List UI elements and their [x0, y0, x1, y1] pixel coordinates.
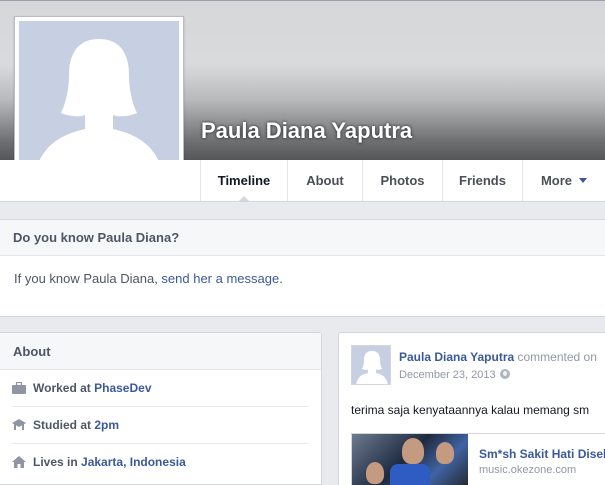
- profile-name[interactable]: Paula Diana Yaputra: [201, 118, 412, 144]
- tab-photos[interactable]: Photos: [362, 160, 442, 201]
- post-timestamp: December 23, 2013: [399, 369, 510, 381]
- work-link[interactable]: PhaseDev: [94, 381, 151, 395]
- tab-label: Photos: [380, 173, 425, 188]
- thumbnail-figure: [436, 442, 454, 464]
- post-meta: Paula Diana Yaputra commented on: [399, 350, 597, 364]
- globe-icon[interactable]: [499, 369, 510, 379]
- about-row-work: Worked at PhaseDev: [12, 370, 309, 407]
- home-icon: [12, 456, 26, 468]
- graduation-cap-icon: [12, 419, 26, 430]
- know-person-box: Do you know Paula Diana? If you know Pau…: [0, 219, 605, 317]
- post-avatar[interactable]: [351, 345, 391, 385]
- about-row-label: Worked at: [33, 381, 95, 395]
- know-person-prefix: If you know Paula Diana,: [14, 271, 162, 286]
- know-person-title: Do you know Paula Diana?: [0, 220, 605, 256]
- thumbnail-figure: [402, 438, 424, 464]
- tab-label: Timeline: [217, 173, 271, 188]
- post-author-link[interactable]: Paula Diana Yaputra: [399, 350, 514, 364]
- default-female-avatar-icon: [356, 351, 388, 384]
- shared-link-title[interactable]: Sm*sh Sakit Hati Diseb: [479, 447, 605, 461]
- post-date-link[interactable]: December 23, 2013: [399, 369, 496, 381]
- about-row-education: Studied at 2pm: [12, 407, 309, 444]
- about-box: About Worked at PhaseDev Studied at 2pm …: [0, 332, 322, 485]
- know-person-text: If you know Paula Diana, send her a mess…: [0, 256, 605, 286]
- send-message-link[interactable]: send her a message: [161, 271, 279, 286]
- tab-label: Friends: [459, 173, 506, 188]
- timeline-post: Paula Diana Yaputra commented on Decembe…: [338, 332, 605, 485]
- default-female-avatar-icon: [19, 21, 179, 181]
- profile-nav: Timeline About Photos Friends More: [0, 160, 605, 202]
- education-link[interactable]: 2pm: [94, 418, 119, 432]
- about-row-location: Lives in Jakarta, Indonesia: [12, 444, 309, 481]
- location-link[interactable]: Jakarta, Indonesia: [81, 455, 186, 469]
- shared-link-domain: music.okezone.com: [479, 464, 577, 476]
- post-text: terima saja kenyataannya kalau memang sm: [351, 403, 590, 417]
- tab-timeline[interactable]: Timeline: [200, 160, 287, 202]
- shared-link-thumbnail[interactable]: [352, 434, 468, 485]
- post-action: commented on: [514, 350, 597, 364]
- chevron-down-icon: [579, 178, 588, 183]
- about-title[interactable]: About: [0, 333, 321, 370]
- about-row-label: Studied at: [33, 418, 95, 432]
- thumbnail-shirt: [390, 464, 430, 485]
- tab-label: More: [540, 173, 573, 188]
- about-row-label: Lives in: [33, 455, 82, 469]
- tab-friends[interactable]: Friends: [442, 160, 522, 201]
- know-person-suffix: .: [279, 271, 283, 286]
- shared-link-card[interactable]: Sm*sh Sakit Hati Diseb music.okezone.com: [351, 433, 605, 485]
- briefcase-icon: [12, 382, 26, 394]
- tab-label: About: [306, 173, 344, 188]
- tab-about[interactable]: About: [287, 160, 362, 201]
- tab-more[interactable]: More: [522, 160, 605, 201]
- thumbnail-figure: [366, 462, 384, 484]
